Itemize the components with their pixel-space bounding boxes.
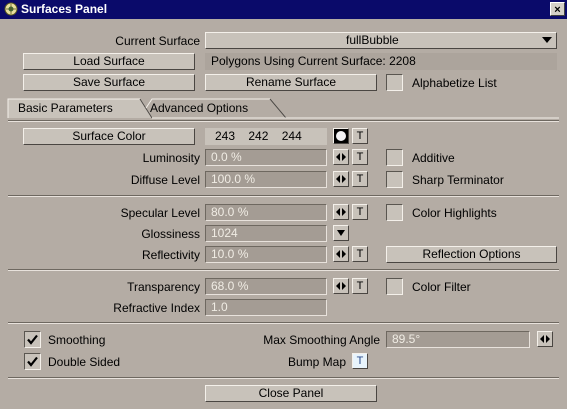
left-right-arrows-icon — [336, 175, 346, 183]
color-swatch-button[interactable] — [333, 128, 349, 144]
specular-level-label: Specular Level — [120, 206, 200, 220]
smoothing-checkbox[interactable] — [24, 331, 41, 348]
tab-basic-parameters[interactable]: Basic Parameters — [12, 100, 119, 118]
additive-label: Additive — [412, 151, 455, 165]
refractive-index-field[interactable]: 1.0 — [205, 299, 327, 316]
surface-color-texture-button[interactable]: T — [352, 128, 368, 144]
glossiness-label: Glossiness — [141, 227, 200, 241]
transparency-field[interactable]: 68.0 % — [205, 278, 327, 295]
separator — [8, 269, 559, 271]
chevron-down-icon — [542, 37, 552, 43]
left-right-arrows-icon — [336, 282, 346, 290]
color-r-value: 243 — [215, 129, 236, 143]
transparency-label: Transparency — [127, 280, 200, 294]
transparency-texture-button[interactable]: T — [352, 278, 368, 294]
refractive-index-label: Refractive Index — [113, 301, 200, 315]
bump-map-label: Bump Map — [287, 355, 346, 369]
color-highlights-label: Color Highlights — [412, 206, 497, 220]
separator — [8, 195, 559, 197]
separator — [8, 120, 559, 122]
double-sided-checkbox[interactable] — [24, 353, 41, 370]
smoothing-label: Smoothing — [48, 333, 106, 347]
reflectivity-texture-button[interactable]: T — [352, 246, 368, 262]
close-icon[interactable]: × — [550, 2, 565, 16]
color-swatch-icon — [336, 131, 346, 141]
tab-strip: Basic Parameters Advanced Options — [0, 97, 567, 119]
checkmark-icon — [27, 334, 38, 345]
reflectivity-field[interactable]: 10.0 % — [205, 246, 327, 263]
left-right-arrows-icon — [336, 250, 346, 258]
current-surface-dropdown[interactable]: fullBubble — [205, 32, 557, 49]
polygons-count-text: Polygons Using Current Surface: 2208 — [205, 53, 557, 70]
separator — [8, 377, 559, 379]
window-title: Surfaces Panel — [21, 2, 108, 16]
max-smoothing-angle-field[interactable]: 89.5° — [386, 331, 530, 348]
glossiness-dropdown-button[interactable] — [333, 225, 349, 241]
tab-advanced-options[interactable]: Advanced Options — [144, 100, 254, 118]
additive-checkbox[interactable] — [386, 149, 403, 166]
diffuse-level-field[interactable]: 100.0 % — [205, 171, 327, 188]
reflectivity-slider-button[interactable] — [333, 246, 349, 262]
diffuse-level-label: Diffuse Level — [130, 173, 200, 187]
left-right-arrows-icon — [336, 208, 346, 216]
chevron-down-icon — [337, 230, 345, 236]
color-b-value: 244 — [281, 129, 302, 143]
title-bar[interactable]: Surfaces Panel × — [0, 0, 567, 19]
max-smoothing-slider-button[interactable] — [537, 331, 553, 347]
surface-color-button[interactable]: Surface Color — [23, 128, 195, 145]
bump-map-texture-button[interactable]: T — [352, 353, 368, 369]
save-surface-button[interactable]: Save Surface — [23, 74, 195, 91]
specular-slider-button[interactable] — [333, 204, 349, 220]
color-filter-checkbox[interactable] — [386, 278, 403, 295]
sharp-terminator-checkbox[interactable] — [386, 171, 403, 188]
diffuse-slider-button[interactable] — [333, 171, 349, 187]
max-smoothing-angle-label: Max Smoothing Angle — [263, 333, 380, 347]
color-filter-label: Color Filter — [412, 280, 471, 294]
left-right-arrows-icon — [540, 335, 550, 343]
color-g-value: 242 — [248, 129, 269, 143]
close-panel-button[interactable]: Close Panel — [205, 385, 377, 402]
specular-texture-button[interactable]: T — [352, 204, 368, 220]
reflection-options-button[interactable]: Reflection Options — [386, 246, 557, 263]
luminosity-texture-button[interactable]: T — [352, 149, 368, 165]
reflectivity-label: Reflectivity — [141, 248, 200, 262]
sharp-terminator-label: Sharp Terminator — [412, 173, 504, 187]
current-surface-value: fullBubble — [346, 33, 399, 47]
specular-level-field[interactable]: 80.0 % — [205, 204, 327, 221]
load-surface-button[interactable]: Load Surface — [23, 53, 195, 70]
luminosity-field[interactable]: 0.0 % — [205, 149, 327, 166]
color-highlights-checkbox[interactable] — [386, 204, 403, 221]
surfaces-panel-window: Surfaces Panel × Current Surface fullBub… — [0, 0, 567, 409]
surface-color-values: 243 242 244 — [205, 128, 327, 145]
alphabetize-list-label: Alphabetize List — [412, 76, 497, 90]
transparency-slider-button[interactable] — [333, 278, 349, 294]
left-right-arrows-icon — [336, 153, 346, 161]
diffuse-texture-button[interactable]: T — [352, 171, 368, 187]
current-surface-label: Current Surface — [115, 34, 200, 48]
separator — [8, 322, 559, 324]
checkmark-icon — [27, 356, 38, 367]
luminosity-label: Luminosity — [142, 151, 200, 165]
double-sided-label: Double Sided — [48, 355, 121, 369]
glossiness-field[interactable]: 1024 — [205, 225, 327, 242]
luminosity-slider-button[interactable] — [333, 149, 349, 165]
rename-surface-button[interactable]: Rename Surface — [205, 74, 377, 91]
lightwave-icon — [4, 2, 18, 16]
alphabetize-list-checkbox[interactable] — [386, 74, 403, 91]
